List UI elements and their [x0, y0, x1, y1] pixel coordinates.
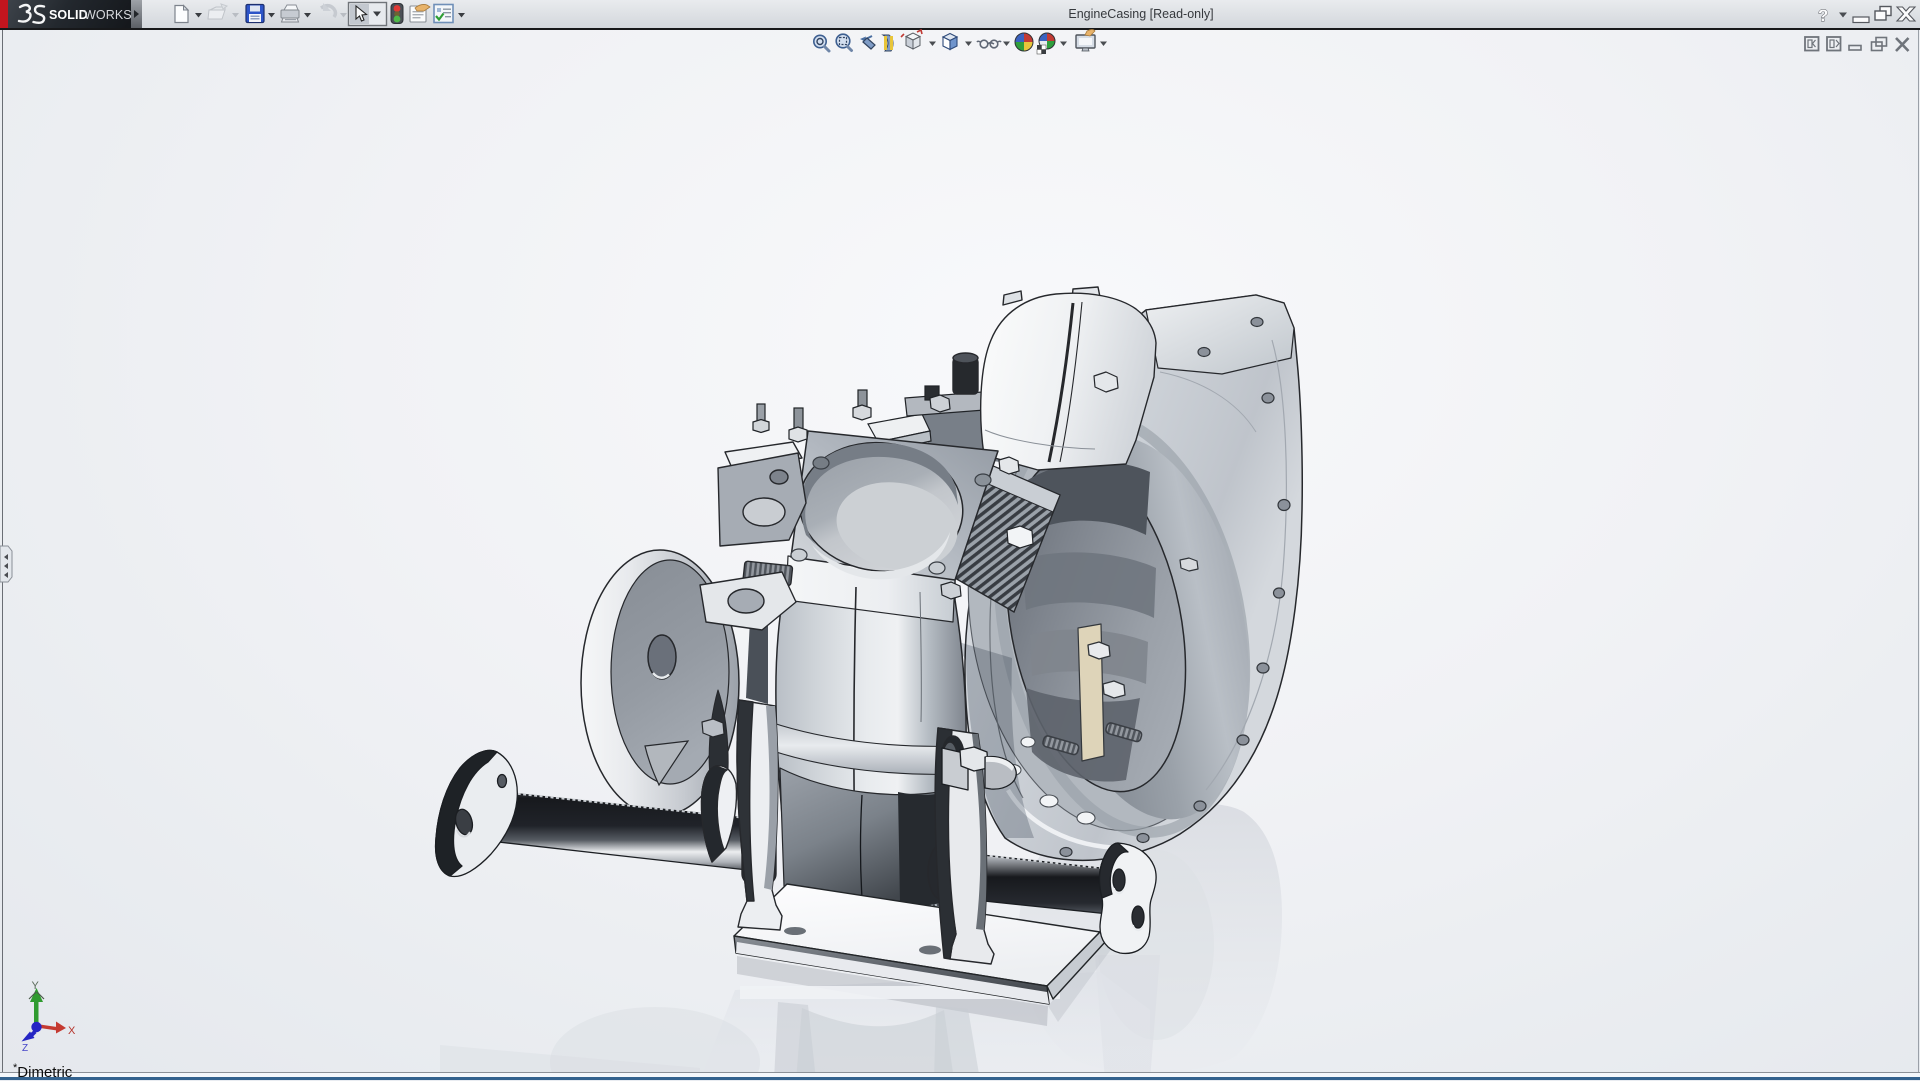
svg-text:WORKS: WORKS: [84, 8, 132, 22]
svg-text:SOLID: SOLID: [49, 8, 88, 22]
svg-text:?: ?: [1818, 6, 1828, 25]
